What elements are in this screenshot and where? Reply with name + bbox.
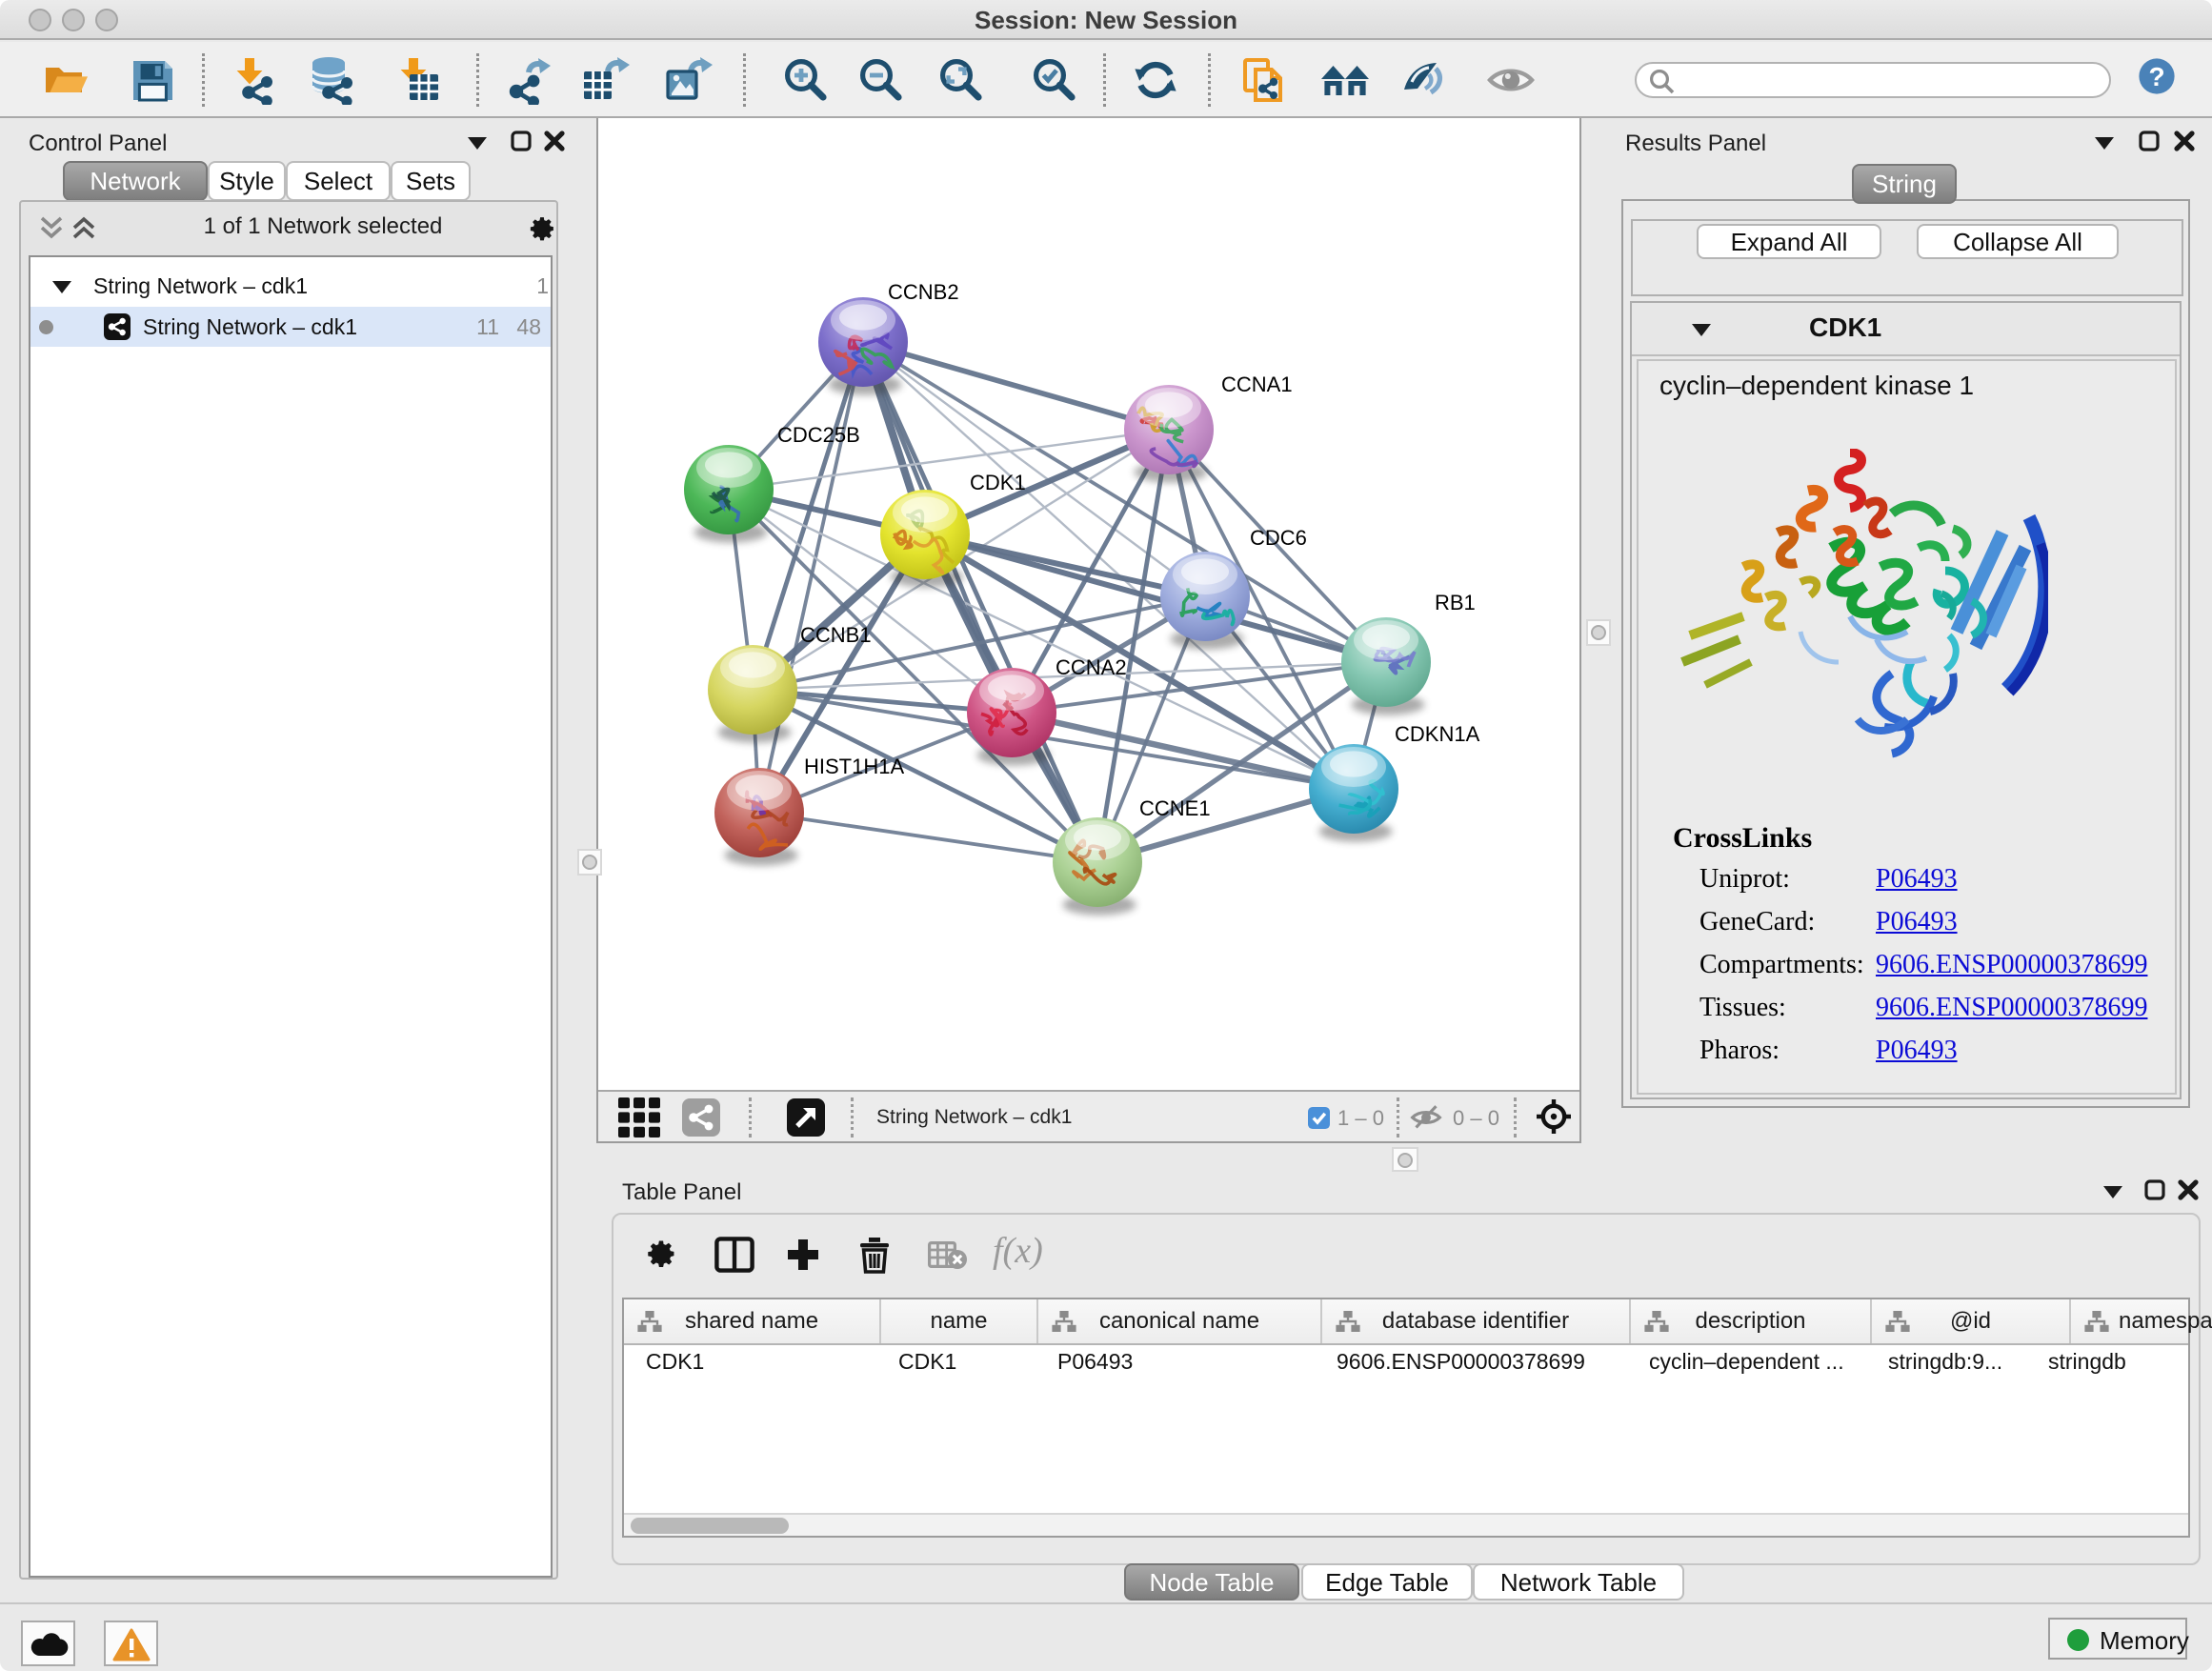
svg-text:CCNB2: CCNB2	[888, 280, 959, 304]
svg-text:CCNB1: CCNB1	[800, 623, 872, 647]
svg-text:CDC6: CDC6	[1250, 526, 1307, 550]
svg-text:HIST1H1A: HIST1H1A	[804, 755, 904, 778]
svg-text:CCNA1: CCNA1	[1221, 372, 1293, 396]
svg-text:?: ?	[2148, 62, 2164, 91]
svg-text:RB1: RB1	[1435, 591, 1476, 614]
svg-text:CCNE1: CCNE1	[1139, 796, 1211, 820]
svg-text:CDK1: CDK1	[970, 471, 1026, 494]
svg-text:CDKN1A: CDKN1A	[1395, 722, 1480, 746]
svg-text:CCNA2: CCNA2	[1056, 655, 1127, 679]
svg-text:CDC25B: CDC25B	[777, 423, 860, 447]
